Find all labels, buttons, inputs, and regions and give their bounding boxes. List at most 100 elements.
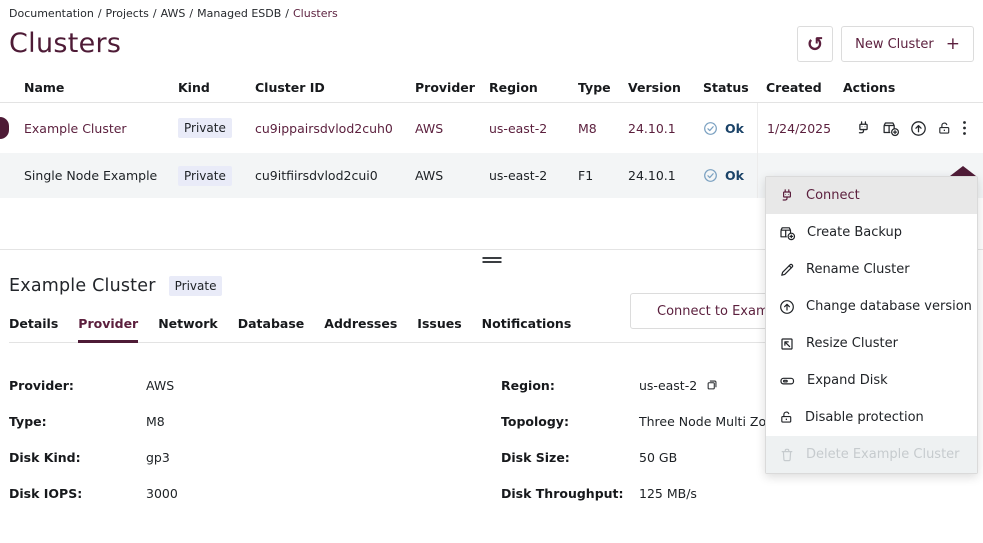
- field-label: Region:: [501, 378, 639, 393]
- field-value: 3000: [146, 486, 178, 501]
- field-value: gp3: [146, 450, 170, 465]
- row-kebab-menu-button[interactable]: [962, 120, 967, 136]
- field-disk-iops: Disk IOPS: 3000: [9, 475, 501, 511]
- breadcrumb: Documentation/Projects/AWS/Managed ESDB/…: [0, 0, 983, 20]
- cell-status: Ok: [703, 121, 757, 136]
- menu-item-disable-protection[interactable]: Disable protection: [766, 399, 977, 436]
- breadcrumb-item-projects[interactable]: Projects: [106, 7, 149, 20]
- cell-type: M8: [578, 121, 628, 136]
- page-header: Clusters ↺ New Cluster +: [0, 20, 983, 63]
- cell-provider: AWS: [415, 168, 489, 183]
- field-label: Type:: [9, 414, 146, 429]
- menu-item-create-backup[interactable]: Create Backup: [766, 214, 977, 251]
- field-provider: Provider: AWS: [9, 367, 501, 403]
- create-backup-action-button[interactable]: [882, 120, 900, 137]
- field-disk-kind: Disk Kind: gp3: [9, 439, 501, 475]
- column-header-region: Region: [489, 80, 578, 95]
- menu-item-connect[interactable]: Connect: [766, 177, 977, 214]
- menu-item-change-database-version[interactable]: Change database version: [766, 288, 977, 325]
- field-value: us-east-2: [639, 378, 697, 393]
- private-badge: Private: [169, 276, 223, 296]
- tab-network[interactable]: Network: [158, 316, 218, 342]
- copy-region-button[interactable]: [705, 378, 719, 392]
- unlock-icon: [779, 410, 794, 425]
- cell-name: Example Cluster: [24, 121, 178, 136]
- cluster-actions-menu: Connect Create Backup Rename Cluster Cha…: [765, 176, 978, 474]
- field-label: Provider:: [9, 378, 146, 393]
- column-header-actions: Actions: [843, 80, 983, 95]
- new-cluster-button[interactable]: New Cluster +: [841, 26, 974, 62]
- tab-database[interactable]: Database: [238, 316, 305, 342]
- breadcrumb-separator: /: [153, 7, 157, 20]
- tab-addresses[interactable]: Addresses: [324, 316, 397, 342]
- trash-icon: [779, 447, 795, 463]
- status-text: Ok: [725, 168, 744, 183]
- menu-item-label: Resize Cluster: [806, 336, 898, 351]
- cell-kind: Private: [178, 118, 255, 138]
- menu-item-label: Rename Cluster: [806, 262, 910, 277]
- arrow-up-circle-icon: [779, 299, 795, 315]
- breadcrumb-separator: /: [189, 7, 193, 20]
- cell-cluster-id: cu9itfiirsdvlod2cui0: [255, 168, 415, 183]
- plug-icon: [779, 188, 795, 204]
- table-row-example-cluster[interactable]: Example Cluster Private cu9ippairsdvlod2…: [0, 103, 983, 153]
- disk-icon: [779, 373, 796, 389]
- refresh-button[interactable]: ↺: [797, 26, 833, 62]
- private-badge: Private: [178, 118, 232, 138]
- resize-icon: [779, 336, 795, 352]
- breadcrumb-item-documentation[interactable]: Documentation: [9, 7, 94, 20]
- protection-action-button[interactable]: [937, 121, 952, 136]
- tab-notifications[interactable]: Notifications: [482, 316, 572, 342]
- backup-icon: [882, 120, 900, 137]
- new-cluster-label: New Cluster: [855, 37, 934, 52]
- field-value: Three Node Multi Zo: [639, 414, 766, 429]
- breadcrumb-separator: /: [285, 7, 289, 20]
- field-value: M8: [146, 414, 165, 429]
- field-value: 125 MB/s: [639, 486, 697, 501]
- menu-item-rename-cluster[interactable]: Rename Cluster: [766, 251, 977, 288]
- connect-action-button[interactable]: [855, 120, 872, 137]
- table-header-row: Name Kind Cluster ID Provider Region Typ…: [0, 73, 983, 103]
- status-text: Ok: [725, 121, 744, 136]
- menu-item-label: Expand Disk: [807, 373, 888, 388]
- field-type: Type: M8: [9, 403, 501, 439]
- cell-status: Ok: [703, 168, 757, 183]
- column-header-kind: Kind: [178, 80, 255, 95]
- cell-type: F1: [578, 168, 628, 183]
- field-value: AWS: [146, 378, 174, 393]
- field-label: Disk Size:: [501, 450, 639, 465]
- arrow-up-circle-icon: [910, 120, 927, 137]
- cell-cluster-id: cu9ippairsdvlod2cuh0: [255, 121, 415, 136]
- tab-details[interactable]: Details: [9, 316, 58, 342]
- pencil-icon: [779, 262, 795, 278]
- refresh-icon: ↺: [807, 34, 824, 54]
- breadcrumb-item-aws[interactable]: AWS: [161, 7, 186, 20]
- menu-item-resize-cluster[interactable]: Resize Cluster: [766, 325, 977, 362]
- page-title: Clusters: [9, 25, 121, 63]
- column-header-cluster-id: Cluster ID: [255, 80, 415, 95]
- field-label: Disk IOPS:: [9, 486, 146, 501]
- tab-provider[interactable]: Provider: [78, 316, 138, 342]
- kebab-menu-icon: [962, 120, 967, 136]
- column-header-provider: Provider: [415, 80, 489, 95]
- drag-handle-icon[interactable]: [482, 257, 501, 263]
- check-circle-icon: [703, 121, 718, 136]
- menu-item-label: Change database version: [806, 299, 972, 314]
- column-header-status: Status: [703, 80, 757, 95]
- breadcrumb-item-managed-esdb[interactable]: Managed ESDB: [197, 7, 281, 20]
- check-circle-icon: [703, 168, 718, 183]
- menu-item-label: Create Backup: [807, 225, 902, 240]
- clusters-page: Documentation/Projects/AWS/Managed ESDB/…: [0, 0, 983, 543]
- column-header-version: Version: [628, 80, 703, 95]
- change-version-action-button[interactable]: [910, 120, 927, 137]
- plus-icon: +: [946, 36, 960, 53]
- menu-item-label: Delete Example Cluster: [806, 447, 960, 462]
- menu-item-expand-disk[interactable]: Expand Disk: [766, 362, 977, 399]
- column-header-created: Created: [757, 73, 843, 102]
- plug-icon: [855, 120, 872, 137]
- tab-issues[interactable]: Issues: [417, 316, 461, 342]
- cell-region: us-east-2: [489, 121, 578, 136]
- cell-version: 24.10.1: [628, 168, 703, 183]
- menu-item-label: Disable protection: [805, 410, 924, 425]
- column-header-type: Type: [578, 80, 628, 95]
